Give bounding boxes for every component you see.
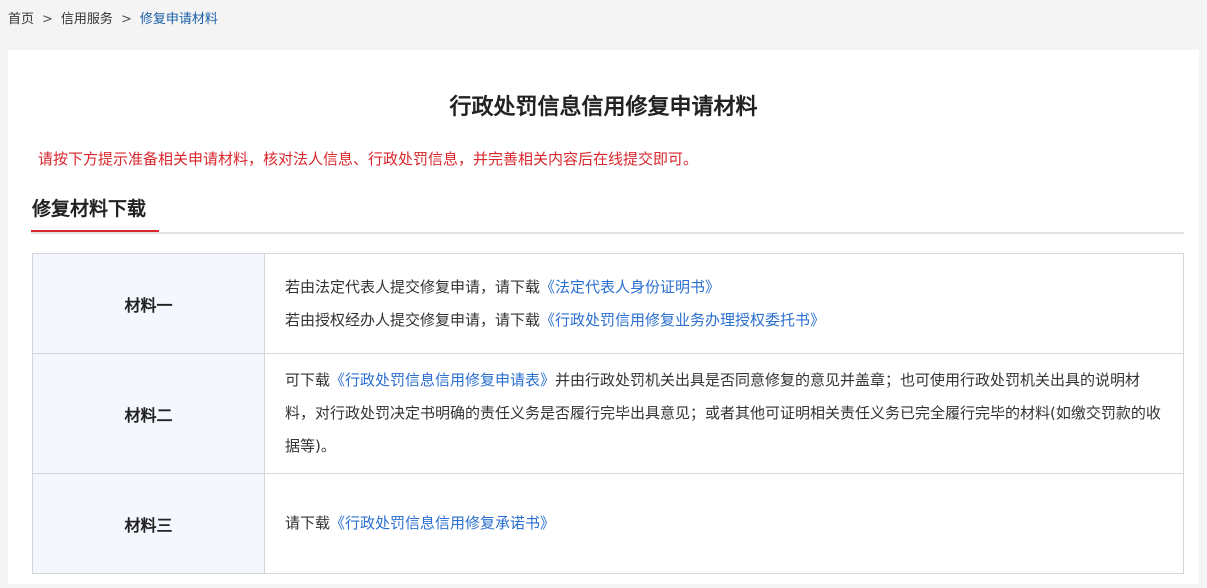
breadcrumb-section-link[interactable]: 信用服务 bbox=[61, 12, 113, 27]
legal-rep-certificate-download-link[interactable]: 《法定代表人身份证明书》 bbox=[540, 278, 720, 296]
description-text: 可下载 bbox=[285, 371, 331, 389]
section-header: 修复材料下载 bbox=[31, 195, 1184, 234]
breadcrumb-separator: > bbox=[120, 12, 132, 27]
material-label: 材料二 bbox=[32, 353, 265, 474]
notice-text: 请按下方提示准备相关申请材料，核对法人信息、行政处罚信息，并完善相关内容后在线提… bbox=[38, 150, 699, 168]
description-text: 若由法定代表人提交修复申请，请下载 bbox=[285, 277, 541, 296]
breadcrumb: 首页 > 信用服务 > 修复申请材料 bbox=[8, 8, 218, 32]
description-line: 若由法定代表人提交修复申请，请下载《法定代表人身份证明书》 bbox=[285, 271, 1165, 304]
breadcrumb-home-link[interactable]: 首页 bbox=[8, 12, 34, 27]
authorization-letter-download-link[interactable]: 《行政处罚信用修复业务办理授权委托书》 bbox=[540, 311, 825, 329]
page-title: 行政处罚信息信用修复申请材料 bbox=[449, 95, 758, 120]
table-row: 材料二 可下载《行政处罚信息信用修复申请表》并由行政处罚机关出具是否同意修复的意… bbox=[32, 353, 1184, 474]
table-row: 材料三 请下载《行政处罚信息信用修复承诺书》 bbox=[32, 473, 1184, 574]
description-text: 请下载 bbox=[285, 514, 331, 532]
section-title: 修复材料下载 bbox=[31, 195, 159, 232]
breadcrumb-current: 修复申请材料 bbox=[139, 12, 218, 27]
materials-table: 材料一 若由法定代表人提交修复申请，请下载《法定代表人身份证明书》 若由授权经办… bbox=[32, 253, 1184, 574]
commitment-letter-download-link[interactable]: 《行政处罚信息信用修复承诺书》 bbox=[330, 514, 555, 532]
repair-application-form-download-link[interactable]: 《行政处罚信息信用修复申请表》 bbox=[330, 371, 555, 389]
content-panel: 行政处罚信息信用修复申请材料 请按下方提示准备相关申请材料，核对法人信息、行政处… bbox=[8, 50, 1199, 584]
material-label: 材料一 bbox=[32, 253, 265, 354]
breadcrumb-separator: > bbox=[42, 12, 53, 27]
description-line: 若由授权经办人提交修复申请，请下载《行政处罚信用修复业务办理授权委托书》 bbox=[285, 304, 1165, 337]
table-row: 材料一 若由法定代表人提交修复申请，请下载《法定代表人身份证明书》 若由授权经办… bbox=[32, 253, 1184, 354]
material-description: 请下载《行政处罚信息信用修复承诺书》 bbox=[264, 473, 1184, 574]
material-label: 材料三 bbox=[32, 473, 265, 574]
description-text: 若由授权经办人提交修复申请，请下载 bbox=[285, 310, 541, 329]
material-description: 若由法定代表人提交修复申请，请下载《法定代表人身份证明书》 若由授权经办人提交修… bbox=[264, 253, 1184, 354]
material-description: 可下载《行政处罚信息信用修复申请表》并由行政处罚机关出具是否同意修复的意见并盖章… bbox=[264, 353, 1184, 474]
